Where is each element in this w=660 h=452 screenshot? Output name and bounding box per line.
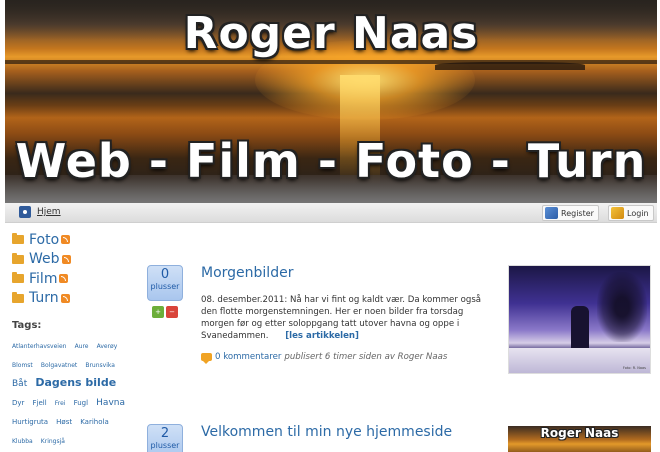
tag-link[interactable]: Frei bbox=[55, 400, 66, 407]
tag-link[interactable]: Brunsvika bbox=[85, 362, 115, 369]
plus-count: 2 bbox=[160, 426, 170, 441]
tag-link[interactable]: Dyr bbox=[12, 399, 24, 407]
register-button[interactable]: Register bbox=[542, 205, 599, 221]
sidebar: Foto Web Film Turn Tags: Atlanterhavsvei… bbox=[12, 230, 137, 452]
rss-icon[interactable] bbox=[61, 254, 71, 264]
tag-link[interactable]: Bolgavatnet bbox=[41, 362, 77, 369]
banner-island bbox=[435, 62, 585, 70]
comments-link[interactable]: 0 kommentarer bbox=[215, 352, 281, 362]
post-thumbnail[interactable]: Foto: R. Naas bbox=[508, 265, 651, 374]
site-subtitle: Web - Film - Foto - Turn bbox=[15, 134, 647, 188]
site-banner: Roger Naas Web - Film - Foto - Turn bbox=[5, 0, 657, 203]
register-icon bbox=[545, 207, 558, 219]
thumbnail-monument bbox=[571, 306, 589, 352]
category-link-film[interactable]: Film bbox=[12, 269, 137, 289]
thumbnail-snow bbox=[509, 348, 650, 373]
tags-heading: Tags: bbox=[12, 320, 42, 331]
thumbnail-title: Roger Naas bbox=[540, 426, 619, 440]
plus-label: plusser bbox=[150, 282, 180, 291]
rss-icon[interactable] bbox=[61, 235, 71, 245]
plus-label: plusser bbox=[150, 441, 180, 450]
tag-link[interactable]: Havna bbox=[96, 398, 125, 408]
plus-counter[interactable]: 0 plusser bbox=[147, 265, 183, 301]
lock-icon bbox=[611, 207, 624, 219]
category-label: Foto bbox=[29, 231, 60, 248]
thumbnail-caption: Foto: R. Naas bbox=[622, 366, 646, 370]
home-link-label: Hjem bbox=[37, 207, 61, 217]
tag-link[interactable]: Aure bbox=[75, 343, 89, 350]
tag-link[interactable]: Atlanterhavsveien bbox=[12, 343, 66, 350]
tag-cloud: Atlanterhavsveien Aure Averøy Blomst Bol… bbox=[12, 335, 137, 452]
rss-icon[interactable] bbox=[60, 293, 70, 303]
tag-link[interactable]: Fjell bbox=[33, 399, 47, 407]
vote-down-icon[interactable]: − bbox=[166, 306, 178, 318]
tag-link[interactable]: Karihola bbox=[80, 418, 109, 426]
home-link[interactable]: Hjem bbox=[19, 206, 61, 218]
login-button[interactable]: Login bbox=[608, 205, 654, 221]
post-thumbnail[interactable]: Roger Naas bbox=[508, 426, 651, 452]
rss-icon[interactable] bbox=[59, 274, 69, 284]
category-link-web[interactable]: Web bbox=[12, 250, 137, 270]
vote-up-icon[interactable]: + bbox=[152, 306, 164, 318]
post-excerpt: 08. desember.2011: Nå har vi fint og kal… bbox=[201, 294, 497, 342]
plus-count: 0 bbox=[160, 267, 170, 282]
tag-link[interactable]: Hurtigruta bbox=[12, 418, 48, 426]
thumbnail-tree bbox=[597, 272, 647, 342]
tag-link[interactable]: Averøy bbox=[97, 343, 118, 350]
read-more-link[interactable]: [les artikkelen] bbox=[285, 331, 359, 341]
folder-icon bbox=[12, 252, 24, 264]
plus-counter[interactable]: 2 plusser bbox=[147, 424, 183, 452]
category-label: Turn bbox=[29, 290, 59, 307]
login-button-label: Login bbox=[627, 208, 649, 218]
category-link-foto[interactable]: Foto bbox=[12, 230, 137, 250]
tag-link[interactable]: Båt bbox=[12, 379, 27, 389]
vote-buttons: + − bbox=[152, 306, 178, 318]
published-info: publisert 6 timer siden av Roger Naas bbox=[284, 352, 448, 362]
post-title[interactable]: Velkommen til min nye hjemmeside bbox=[201, 424, 452, 440]
site-title: Roger Naas bbox=[183, 8, 479, 59]
folder-icon bbox=[12, 291, 24, 303]
folder-icon bbox=[12, 233, 24, 245]
folder-icon bbox=[12, 272, 24, 284]
category-link-turn[interactable]: Turn bbox=[12, 289, 137, 309]
tag-link[interactable]: Klubba bbox=[12, 438, 33, 445]
tag-link[interactable]: Blomst bbox=[12, 362, 33, 369]
post-meta: 0 kommentarer publisert 6 timer siden av… bbox=[201, 352, 448, 364]
post-title[interactable]: Morgenbilder bbox=[201, 265, 293, 281]
tag-link[interactable]: Dagens bilde bbox=[35, 376, 116, 389]
comment-icon bbox=[201, 353, 212, 364]
tag-link[interactable]: Høst bbox=[56, 418, 72, 426]
category-label: Web bbox=[29, 251, 60, 268]
category-label: Film bbox=[29, 270, 58, 287]
tag-link[interactable]: Fugl bbox=[74, 399, 88, 407]
home-icon bbox=[19, 206, 31, 218]
tag-link[interactable]: Kringsjå bbox=[41, 438, 65, 445]
top-navbar: Hjem Register Login bbox=[5, 203, 657, 223]
register-button-label: Register bbox=[561, 208, 594, 218]
